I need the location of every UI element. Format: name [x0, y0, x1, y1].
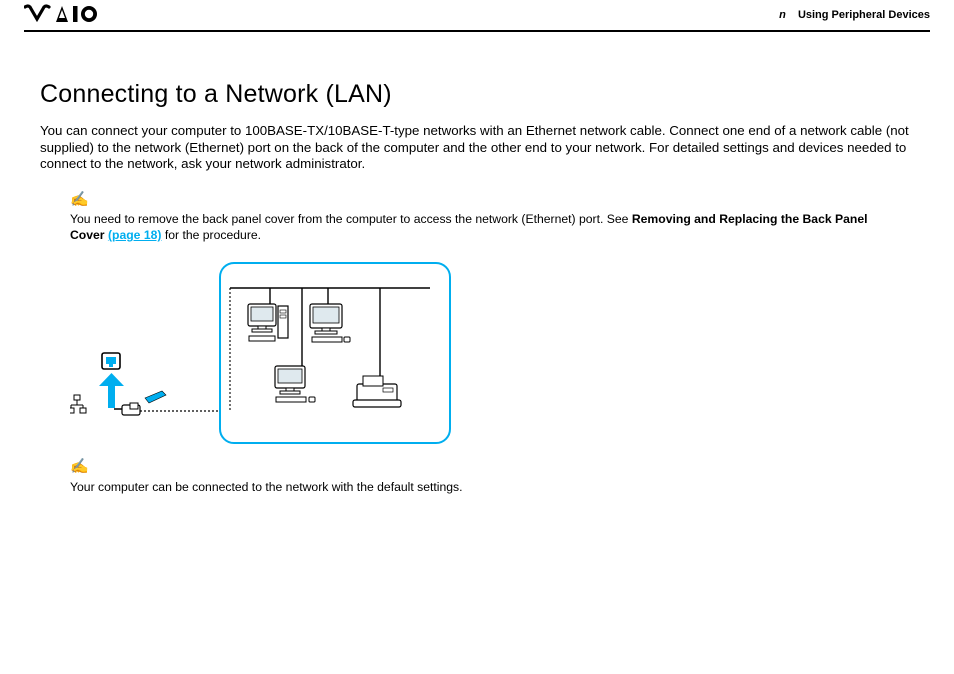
network-boundary — [220, 263, 450, 443]
note-1-text-post: for the procedure. — [161, 228, 261, 242]
network-tree-icon — [70, 395, 86, 413]
desktop-computer-icon — [310, 304, 350, 342]
vaio-logo — [24, 4, 104, 24]
printer-icon — [353, 376, 401, 407]
page-title: Connecting to a Network (LAN) — [40, 80, 914, 109]
page-content: Connecting to a Network (LAN) You can co… — [40, 80, 914, 495]
up-arrow-icon — [99, 373, 124, 408]
intro-paragraph: You can connect your computer to 100BASE… — [40, 123, 914, 173]
desktop-computer-icon — [275, 366, 315, 402]
note-icon: ✍ — [70, 458, 904, 478]
page-header: 103 n Using Peripheral Devices — [24, 0, 930, 32]
desktop-computer-icon — [248, 304, 288, 341]
network-diagram — [70, 258, 670, 438]
note-icon: ✍ — [70, 191, 904, 211]
note-1: ✍ You need to remove the back panel cove… — [70, 191, 904, 244]
note-1-text-pre: You need to remove the back panel cover … — [70, 212, 632, 226]
note-2: ✍ Your computer can be connected to the … — [70, 458, 904, 495]
note-2-text: Your computer can be connected to the ne… — [70, 480, 463, 494]
ethernet-port-icon — [102, 353, 120, 369]
page-18-link[interactable]: (page 18) — [108, 228, 162, 242]
section-title: n Using Peripheral Devices — [779, 9, 930, 21]
